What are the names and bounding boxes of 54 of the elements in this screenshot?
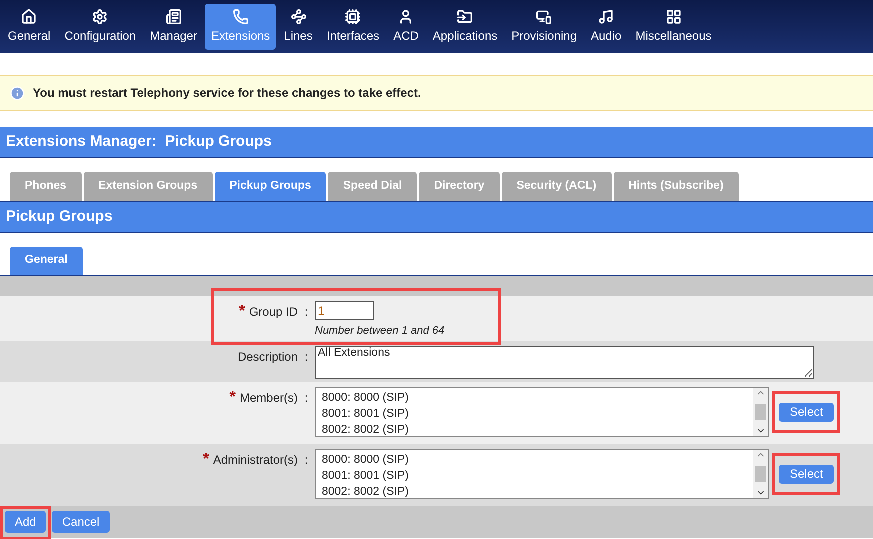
nav-tab[interactable]: Configuration: [58, 4, 142, 50]
nav-tab[interactable]: ACD: [388, 4, 425, 50]
field-label: Member(s): [240, 390, 298, 407]
list-option[interactable]: 8002: 8002 (SIP): [322, 422, 753, 438]
nav-tab[interactable]: Miscellaneous: [630, 4, 718, 50]
list-option[interactable]: 8001: 8001 (SIP): [322, 406, 753, 422]
nav-tab[interactable]: Interfaces: [320, 4, 386, 50]
page-title: Extensions Manager: Pickup Groups: [0, 127, 873, 158]
required-mark: *: [239, 304, 246, 320]
field-hint: Number between 1 and 64: [315, 324, 445, 339]
list-box[interactable]: 8000: 8000 (SIP) 8001: 8001 (SIP) 8002: 8002 (SIP): [315, 387, 769, 437]
person-icon: [398, 8, 414, 24]
nav-tab[interactable]: Provisioning: [506, 4, 583, 50]
tab[interactable]: General: [10, 247, 83, 275]
list-option[interactable]: 8000: 8000 (SIP): [322, 452, 753, 468]
grid-icon: [666, 8, 682, 24]
required-mark: *: [203, 452, 210, 468]
notice-text: You must restart Telephony service for these changes to take effect.: [33, 85, 422, 102]
devices-icon: [536, 8, 552, 24]
home-icon: [21, 8, 38, 24]
nav-tab[interactable]: Extensions: [205, 4, 276, 50]
gear-icon: [92, 8, 108, 24]
add-button[interactable]: Add: [5, 511, 46, 533]
folder-icon: [457, 8, 474, 24]
scrollbar[interactable]: [753, 450, 768, 498]
group-id-field[interactable]: 1: [315, 301, 374, 320]
list-box[interactable]: 8000: 8000 (SIP) 8001: 8001 (SIP) 8002: 8002 (SIP): [315, 449, 769, 499]
info-icon: [10, 86, 25, 100]
list-icon: [166, 8, 182, 24]
music-icon: [598, 8, 614, 24]
field-label: Description: [238, 349, 298, 366]
nav-tab[interactable]: General: [2, 4, 57, 50]
required-mark: *: [230, 390, 236, 406]
select-button[interactable]: Select: [779, 402, 834, 422]
nav-tab[interactable]: Audio: [585, 4, 628, 50]
list-option[interactable]: 8001: 8001 (SIP): [322, 468, 753, 484]
nav-tab[interactable]: Manager: [144, 4, 204, 50]
nav-tab[interactable]: Applications: [426, 4, 504, 50]
description-field[interactable]: All Extensions: [315, 346, 814, 379]
list-option[interactable]: 8000: 8000 (SIP): [322, 390, 753, 406]
section-title: Pickup Groups: [0, 201, 873, 233]
colon: :: [304, 453, 308, 467]
cancel-button[interactable]: Cancel: [52, 511, 110, 533]
tab[interactable]: Pickup Groups: [214, 172, 326, 201]
field-label: Group ID: [249, 304, 298, 321]
list-option[interactable]: 8002: 8002 (SIP): [322, 484, 753, 500]
select-button[interactable]: Select: [779, 464, 834, 484]
colon: :: [304, 391, 308, 405]
scrollbar[interactable]: [753, 388, 768, 436]
field-label: Administrator(s): [213, 452, 298, 469]
nav-tab[interactable]: Lines: [278, 4, 319, 50]
colon: :: [304, 305, 308, 319]
colon: :: [304, 350, 308, 364]
phone-icon: [232, 8, 249, 24]
